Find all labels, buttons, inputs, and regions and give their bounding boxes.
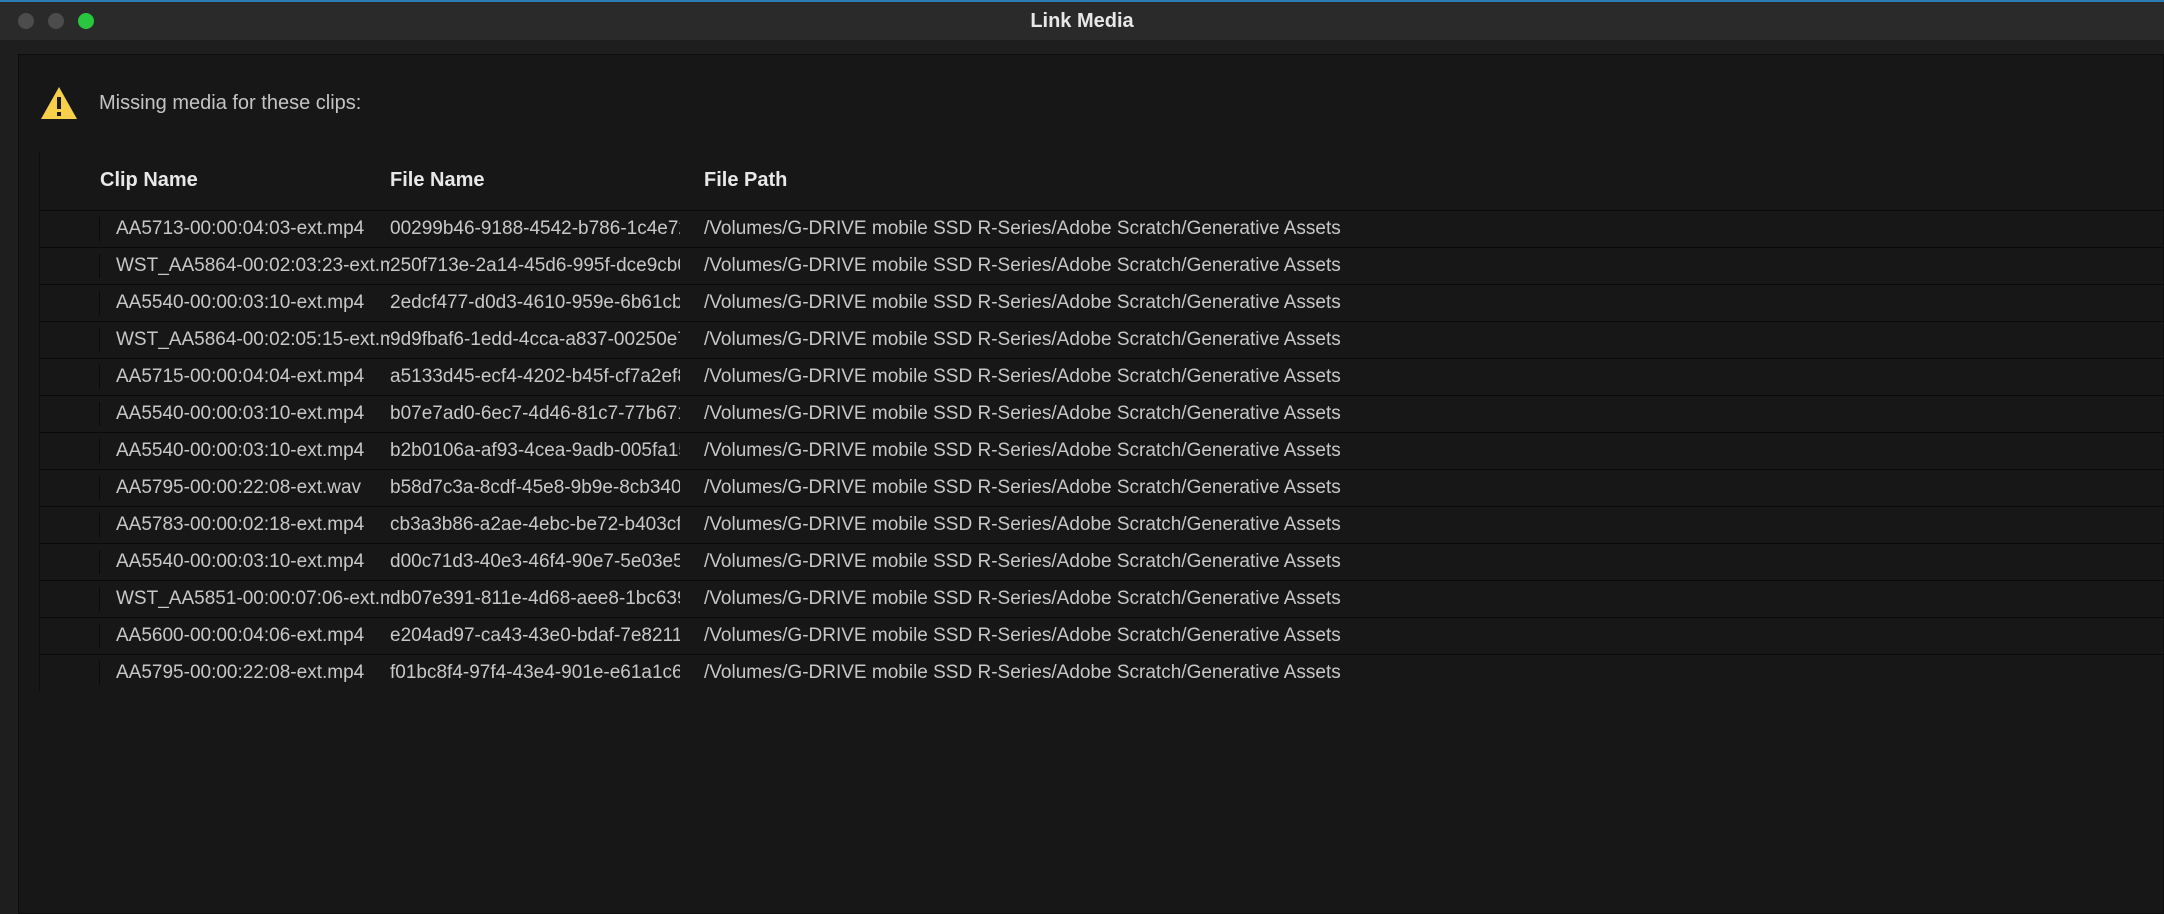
row-gutter	[40, 624, 100, 648]
cell-file-path: /Volumes/G-DRIVE mobile SSD R-Series/Ado…	[680, 328, 2163, 352]
cell-clip-name: AA5540-00:00:03:10-ext.mp4	[100, 439, 390, 463]
row-gutter	[40, 402, 100, 426]
cell-file-path: /Volumes/G-DRIVE mobile SSD R-Series/Ado…	[680, 402, 2163, 426]
column-header-file-name[interactable]: File Name	[390, 169, 680, 192]
row-gutter	[40, 513, 100, 537]
dialog-body: Missing media for these clips: Clip Name…	[0, 40, 2164, 914]
row-gutter	[40, 328, 100, 352]
table-row[interactable]: AA5713-00:00:04:03-ext.mp400299b46-9188-…	[40, 210, 2163, 247]
cell-file-path: /Volumes/G-DRIVE mobile SSD R-Series/Ado…	[680, 254, 2163, 278]
row-gutter	[40, 439, 100, 463]
table-row[interactable]: AA5715-00:00:04:04-ext.mp4a5133d45-ecf4-…	[40, 358, 2163, 395]
table-row[interactable]: AA5540-00:00:03:10-ext.mp4b2b0106a-af93-…	[40, 432, 2163, 469]
cell-file-path: /Volumes/G-DRIVE mobile SSD R-Series/Ado…	[680, 217, 2163, 241]
cell-clip-name: WST_AA5864-00:02:03:23-ext.mp4	[100, 254, 390, 278]
row-gutter	[40, 365, 100, 389]
cell-file-name: 250f713e-2a14-45d6-995f-dce9cb0ba	[390, 254, 680, 278]
table-header-row: Clip Name File Name File Path	[40, 151, 2163, 210]
cell-file-path: /Volumes/G-DRIVE mobile SSD R-Series/Ado…	[680, 513, 2163, 537]
cell-file-name: d00c71d3-40e3-46f4-90e7-5e03e53db	[390, 550, 680, 574]
cell-file-name: 9d9fbaf6-1edd-4cca-a837-00250e751	[390, 328, 680, 352]
table-row[interactable]: WST_AA5864-00:02:05:15-ext.mp49d9fbaf6-1…	[40, 321, 2163, 358]
column-header-clip-name[interactable]: Clip Name	[100, 169, 390, 192]
cell-clip-name: AA5600-00:00:04:06-ext.mp4	[100, 624, 390, 648]
cell-file-name: a5133d45-ecf4-4202-b45f-cf7a2ef800	[390, 365, 680, 389]
table-row[interactable]: AA5540-00:00:03:10-ext.mp42edcf477-d0d3-…	[40, 284, 2163, 321]
cell-file-path: /Volumes/G-DRIVE mobile SSD R-Series/Ado…	[680, 476, 2163, 500]
cell-clip-name: AA5783-00:00:02:18-ext.mp4	[100, 513, 390, 537]
dialog-panel: Missing media for these clips: Clip Name…	[18, 54, 2164, 914]
cell-file-path: /Volumes/G-DRIVE mobile SSD R-Series/Ado…	[680, 550, 2163, 574]
cell-file-path: /Volumes/G-DRIVE mobile SSD R-Series/Ado…	[680, 365, 2163, 389]
table-row[interactable]: WST_AA5851-00:00:07:06-ext.mp4db07e391-8…	[40, 580, 2163, 617]
warning-message-row: Missing media for these clips:	[19, 55, 2163, 151]
missing-media-table: Clip Name File Name File Path AA5713-00:…	[39, 151, 2163, 691]
cell-file-path: /Volumes/G-DRIVE mobile SSD R-Series/Ado…	[680, 439, 2163, 463]
warning-message-text: Missing media for these clips:	[99, 92, 361, 115]
cell-file-name: e204ad97-ca43-43e0-bdaf-7e8211feb	[390, 624, 680, 648]
window-title: Link Media	[1030, 10, 1133, 33]
traffic-lights	[0, 13, 94, 29]
table-row[interactable]: AA5795-00:00:22:08-ext.wavb58d7c3a-8cdf-…	[40, 469, 2163, 506]
titlebar[interactable]: Link Media	[0, 0, 2164, 40]
cell-file-name: b2b0106a-af93-4cea-9adb-005fa15b6	[390, 439, 680, 463]
table-row[interactable]: AA5540-00:00:03:10-ext.mp4d00c71d3-40e3-…	[40, 543, 2163, 580]
cell-clip-name: AA5715-00:00:04:04-ext.mp4	[100, 365, 390, 389]
cell-file-name: 2edcf477-d0d3-4610-959e-6b61cbdc5	[390, 291, 680, 315]
cell-file-name: cb3a3b86-a2ae-4ebc-be72-b403cfb41	[390, 513, 680, 537]
table-row[interactable]: WST_AA5864-00:02:03:23-ext.mp4250f713e-2…	[40, 247, 2163, 284]
cell-clip-name: AA5713-00:00:04:03-ext.mp4	[100, 217, 390, 241]
row-gutter	[40, 550, 100, 574]
row-gutter	[40, 291, 100, 315]
cell-clip-name: AA5795-00:00:22:08-ext.mp4	[100, 661, 390, 685]
window-close-button[interactable]	[18, 13, 34, 29]
table-body: AA5713-00:00:04:03-ext.mp400299b46-9188-…	[40, 210, 2163, 691]
row-gutter	[40, 661, 100, 685]
cell-file-name: f01bc8f4-97f4-43e4-901e-e61a1c62ee	[390, 661, 680, 685]
table-row[interactable]: AA5540-00:00:03:10-ext.mp4b07e7ad0-6ec7-…	[40, 395, 2163, 432]
cell-file-path: /Volumes/G-DRIVE mobile SSD R-Series/Ado…	[680, 661, 2163, 685]
cell-clip-name: AA5795-00:00:22:08-ext.wav	[100, 476, 390, 500]
row-gutter	[40, 476, 100, 500]
window-zoom-button[interactable]	[78, 13, 94, 29]
cell-file-name: db07e391-811e-4d68-aee8-1bc6398d	[390, 587, 680, 611]
row-gutter	[40, 254, 100, 278]
cell-file-path: /Volumes/G-DRIVE mobile SSD R-Series/Ado…	[680, 587, 2163, 611]
cell-clip-name: AA5540-00:00:03:10-ext.mp4	[100, 402, 390, 426]
cell-file-name: b58d7c3a-8cdf-45e8-9b9e-8cb340e36	[390, 476, 680, 500]
cell-clip-name: WST_AA5864-00:02:05:15-ext.mp4	[100, 328, 390, 352]
cell-file-path: /Volumes/G-DRIVE mobile SSD R-Series/Ado…	[680, 624, 2163, 648]
table-row[interactable]: AA5783-00:00:02:18-ext.mp4cb3a3b86-a2ae-…	[40, 506, 2163, 543]
table-row[interactable]: AA5795-00:00:22:08-ext.mp4f01bc8f4-97f4-…	[40, 654, 2163, 691]
cell-file-name: b07e7ad0-6ec7-4d46-81c7-77b6719b	[390, 402, 680, 426]
cell-clip-name: WST_AA5851-00:00:07:06-ext.mp4	[100, 587, 390, 611]
warning-icon	[39, 85, 79, 121]
cell-file-name: 00299b46-9188-4542-b786-1c4e72a5	[390, 217, 680, 241]
cell-file-path: /Volumes/G-DRIVE mobile SSD R-Series/Ado…	[680, 291, 2163, 315]
cell-clip-name: AA5540-00:00:03:10-ext.mp4	[100, 291, 390, 315]
cell-clip-name: AA5540-00:00:03:10-ext.mp4	[100, 550, 390, 574]
window-minimize-button[interactable]	[48, 13, 64, 29]
row-gutter	[40, 217, 100, 241]
column-header-file-path[interactable]: File Path	[680, 169, 2163, 192]
row-gutter	[40, 587, 100, 611]
table-row[interactable]: AA5600-00:00:04:06-ext.mp4e204ad97-ca43-…	[40, 617, 2163, 654]
